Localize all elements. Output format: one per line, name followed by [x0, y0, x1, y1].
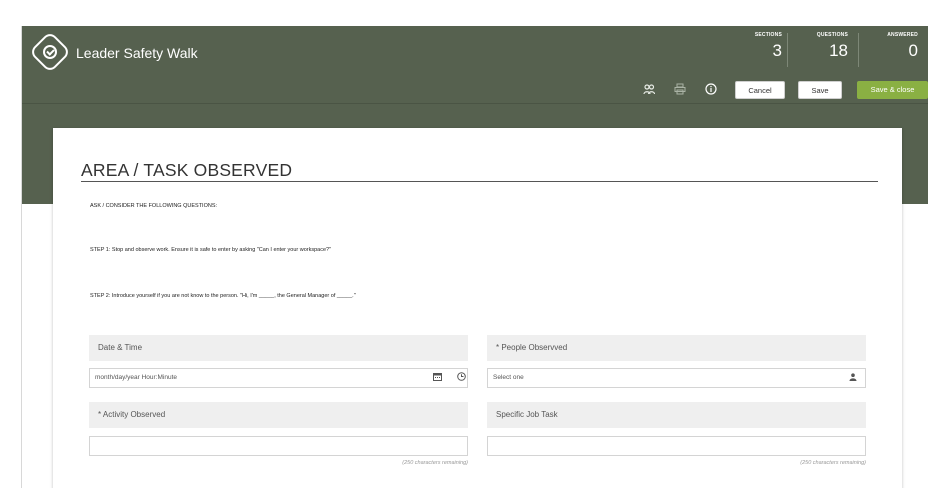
people-observed-value: Select one	[493, 374, 524, 381]
section-divider	[81, 181, 878, 182]
sections-value: 3	[772, 41, 782, 60]
save-close-button[interactable]: Save & close	[857, 81, 928, 99]
activity-observed-label: * Activity Observed	[89, 402, 468, 428]
date-time-label: Date & Time	[89, 335, 468, 361]
answered-value: 0	[908, 41, 918, 60]
info-icon[interactable]	[704, 83, 718, 97]
specific-job-task-label: Specific Job Task	[487, 402, 866, 428]
sections-stat: SECTIONS 3	[738, 32, 782, 72]
activity-chars-remaining: (250 characters remaining)	[402, 460, 468, 466]
questions-value: 18	[829, 41, 848, 60]
date-time-placeholder: month/day/year Hour:Minute	[95, 374, 178, 381]
app-window: Leader Safety Walk SECTIONS 3 QUESTIONS …	[21, 26, 928, 488]
logo-icon	[28, 30, 72, 74]
instruction-text: STEP 2: Introduce yourself if you are no…	[90, 293, 356, 299]
people-observed-select[interactable]: Select one	[487, 368, 866, 388]
questions-label: QUESTIONS	[816, 32, 848, 38]
people-observed-label: * People Observved	[487, 335, 866, 361]
person-icon[interactable]	[846, 371, 860, 385]
answered-label: ANSWERED	[887, 32, 918, 38]
people-icon[interactable]	[642, 83, 656, 97]
cancel-button[interactable]: Cancel	[735, 81, 785, 99]
questions-stat: QUESTIONS 18	[800, 32, 848, 72]
activity-observed-input[interactable]	[89, 436, 468, 456]
stat-divider	[787, 33, 788, 67]
specific-job-task-input[interactable]	[487, 436, 866, 456]
date-time-input[interactable]: month/day/year Hour:Minute	[89, 368, 468, 388]
print-icon[interactable]	[673, 83, 687, 97]
form-card: AREA / TASK OBSERVED ASK / CONSIDER THE …	[53, 128, 902, 488]
section-title: AREA / TASK OBSERVED	[81, 160, 293, 180]
instruction-text: STEP 1: Stop and observe work. Ensure it…	[90, 247, 332, 253]
clock-icon[interactable]	[454, 371, 468, 385]
app-title: Leader Safety Walk	[76, 45, 198, 61]
answered-stat: ANSWERED 0	[872, 32, 918, 72]
calendar-icon[interactable]	[430, 371, 444, 385]
job-task-chars-remaining: (250 characters remaining)	[800, 460, 866, 466]
stat-divider	[858, 33, 859, 67]
sections-label: SECTIONS	[754, 32, 782, 38]
save-button[interactable]: Save	[798, 81, 842, 99]
instruction-text: ASK / CONSIDER THE FOLLOWING QUESTIONS:	[90, 203, 218, 209]
header-bar: Leader Safety Walk SECTIONS 3 QUESTIONS …	[22, 26, 928, 104]
